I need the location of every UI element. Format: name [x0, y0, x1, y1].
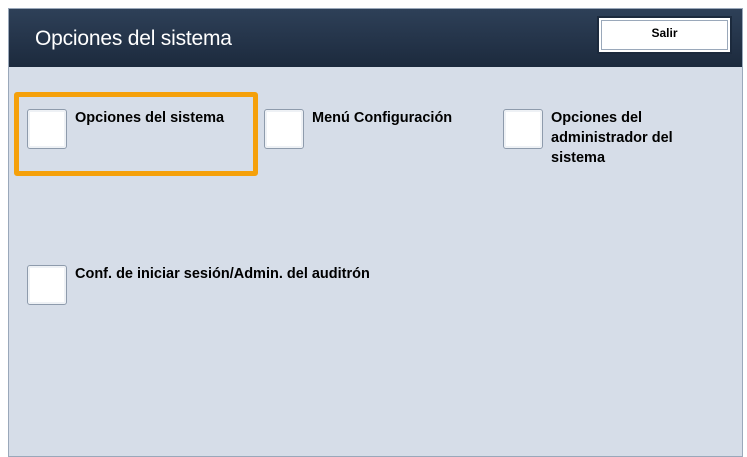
option-button-box[interactable] — [27, 109, 67, 149]
main-panel: Opciones del sistema Salir Opciones del … — [8, 8, 743, 457]
option-label: Menú Configuración — [312, 110, 453, 126]
option-label: Conf. de iniciar sesión/Admin. del audit… — [75, 266, 370, 282]
option-label: Opciones del administrador del sistema — [551, 110, 673, 166]
option-button-box[interactable] — [27, 265, 67, 305]
option-label: Opciones del sistema — [75, 110, 225, 126]
option-button-box[interactable] — [503, 109, 543, 149]
exit-button[interactable]: Salir — [597, 16, 732, 54]
option-button-box[interactable] — [264, 109, 304, 149]
page-title: Opciones del sistema — [35, 27, 232, 50]
title-bar: Opciones del sistema Salir — [9, 9, 742, 67]
